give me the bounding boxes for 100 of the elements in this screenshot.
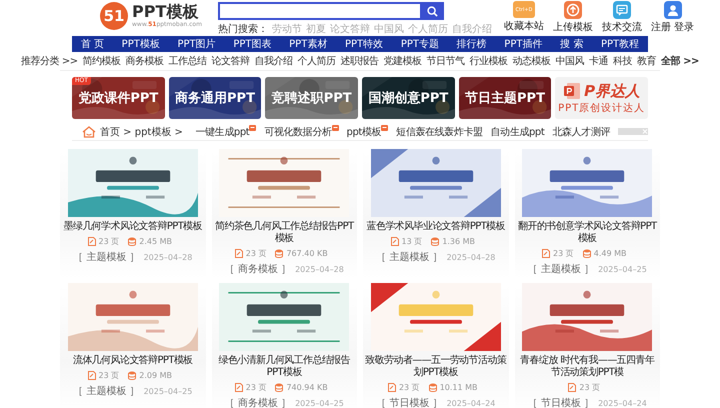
page-count: 23 页	[98, 236, 120, 247]
template-title[interactable]: 翻开的书创意学术风论文答辩PPT模板	[514, 221, 660, 245]
category-link[interactable]: 中国风	[556, 54, 584, 68]
ad-link[interactable]: 北森人才测评	[552, 124, 610, 138]
category-link[interactable]: 动态模板	[512, 54, 551, 68]
category-tag[interactable]: ［ 节日模板 ］	[528, 396, 594, 408]
user-icon[interactable]	[664, 1, 682, 19]
template-card[interactable]: 致敬劳动者——五一劳动节活动策划PPT模板 23 页 10.11 MB ［ 节日模板 ］ 2025–04–24	[363, 283, 508, 408]
category-link[interactable]: 党建模板	[384, 54, 422, 68]
search-field[interactable]	[218, 2, 422, 20]
category-link[interactable]: 商务模板	[126, 54, 164, 68]
category-tag[interactable]: ［ 节日模板 ］	[376, 396, 443, 408]
header-link[interactable]: 收藏本站	[504, 19, 544, 33]
file-size: 2.45 MB	[139, 237, 172, 246]
brand-title: P界达人	[584, 82, 640, 100]
upload-date: 2025–04–24	[446, 398, 496, 408]
category-link[interactable]: 科技	[613, 54, 632, 68]
upload-date: 2025–04–25	[144, 386, 192, 396]
category-banner[interactable]: 国潮创意PPT	[362, 77, 455, 119]
category-banner[interactable]: 竞聘述职PPT	[265, 77, 358, 119]
category-tag[interactable]: ［ 商务模板 ］	[224, 396, 292, 408]
search-icon	[427, 6, 438, 16]
category-link[interactable]: 卡通	[589, 54, 608, 68]
document-icon	[88, 237, 96, 246]
page-count: 23 页	[98, 370, 120, 381]
ad-link[interactable]: 一键生成ppt	[196, 124, 250, 138]
category-banner[interactable]: P界达人 PPT原创设计达人	[555, 77, 648, 119]
chat-bubble-icon	[332, 124, 339, 132]
ad-link[interactable]: 短信轰在线轰炸卡盟	[396, 124, 483, 138]
banner-title: 商务通用PPT	[175, 90, 255, 107]
nav-item[interactable]: PPT模板	[122, 37, 160, 51]
template-title[interactable]: 青春绽放 时代有我——五四青年节活动策划PPT模	[514, 355, 660, 379]
chat-icon[interactable]	[612, 1, 631, 19]
document-icon	[234, 383, 243, 392]
template-title[interactable]: 绿色小清新几何风工作总结报告PPT模板	[212, 355, 357, 379]
chat-bubble-icon	[381, 124, 388, 132]
hot-search-label: 热门搜索：	[218, 22, 268, 36]
site-title[interactable]: PPT模板	[132, 4, 202, 20]
file-size: 10.11 MB	[440, 383, 478, 392]
nav-item[interactable]: PPT插件	[504, 37, 542, 51]
ad-link[interactable]: ppt模板	[346, 124, 382, 138]
document-icon	[388, 383, 396, 392]
nav-item[interactable]: PPT图片	[178, 37, 216, 51]
template-title[interactable]: 蓝色学术风毕业论文答辩PPT模板	[364, 221, 508, 233]
nav-item[interactable]: PPT素材	[289, 37, 328, 51]
nav-item[interactable]: PPT教程	[600, 37, 640, 51]
document-icon	[234, 249, 243, 258]
breadcrumb: 首页 > ppt模板 >	[100, 126, 183, 138]
all-categories-link[interactable]: 全部 >>	[661, 54, 699, 68]
nav-item[interactable]: 排行榜	[456, 37, 487, 51]
nav-item[interactable]: PPT图表	[233, 37, 272, 51]
banner-title: 党政课件PPT	[78, 90, 158, 107]
template-card[interactable]: 青春绽放 时代有我——五四青年节活动策划PPT模 23 页 ［ 节日模板 ］ 2025–04–24	[514, 283, 660, 408]
brand-tagline: PPT原创设计达人	[558, 102, 646, 114]
category-link[interactable]: 个人简历	[298, 54, 336, 68]
category-link[interactable]: 教育	[637, 54, 656, 68]
category-link[interactable]: 行业模板	[470, 54, 508, 68]
template-title[interactable]: 致敬劳动者——五一劳动节活动策划PPT模板	[363, 355, 508, 379]
page-count: 23 页	[246, 248, 266, 259]
template-title[interactable]: 流体几何风论文答辩PPT模板	[70, 355, 195, 367]
upload-icon[interactable]	[564, 1, 582, 19]
header-link[interactable]: 技术交流	[602, 20, 642, 34]
upload-date: 2025–04–25	[295, 398, 344, 408]
category-banner[interactable]: 节日主题PPT	[458, 77, 552, 119]
database-icon	[582, 249, 591, 258]
upload-date: 2025–04–25	[598, 264, 647, 274]
category-tag[interactable]: ［ 商务模板 ］	[224, 262, 292, 276]
category-banner[interactable]: 商务通用PPT	[168, 77, 262, 119]
page-count: 23 页	[398, 382, 420, 393]
file-size: 1.36 MB	[442, 237, 475, 246]
category-tag[interactable]: ［ 主题模板 ］	[528, 262, 594, 276]
nav-item[interactable]: 首 页	[80, 37, 104, 51]
search-button[interactable]	[422, 2, 444, 20]
category-tag[interactable]: ［ 主题模板 ］	[376, 250, 443, 264]
banner-title: 国潮创意PPT	[368, 90, 448, 107]
category-tag[interactable]: ［ 主题模板 ］	[73, 384, 140, 398]
ad-link[interactable]: 自动生成ppt	[490, 124, 544, 138]
category-link[interactable]: 简约模板	[82, 54, 121, 68]
page-count: 23 页	[246, 382, 266, 393]
template-card[interactable]: 绿色小清新几何风工作总结报告PPT模板 23 页 740.94 KB ［ 商务模板 ］ 2025–04–25	[212, 283, 357, 408]
header-link[interactable]: 上传模板	[552, 20, 593, 34]
upload-date: 2025–04–24	[598, 398, 647, 408]
home-icon	[82, 126, 96, 138]
file-size: 740.94 KB	[286, 383, 328, 392]
category-link[interactable]: 工作总结	[168, 54, 207, 68]
nav-item[interactable]: PPT专题	[400, 37, 439, 51]
category-link[interactable]: 节日节气	[426, 54, 465, 68]
category-link[interactable]: 自我介绍	[254, 54, 293, 68]
header-link[interactable]: 注册 登录	[650, 20, 694, 34]
ad-link[interactable]: 可视化数据分析	[264, 124, 332, 138]
nav-item[interactable]: PPT特效	[344, 37, 384, 51]
document-icon	[542, 249, 550, 258]
database-icon	[128, 237, 136, 246]
nav-item[interactable]: 搜 索	[560, 37, 584, 51]
database-icon	[428, 383, 437, 392]
category-link[interactable]: 述职报告	[340, 54, 379, 68]
category-tag[interactable]: ［ 主题模板 ］	[73, 250, 140, 264]
template-title[interactable]: 简约茶色几何风工作总结报告PPT模板	[212, 221, 357, 245]
template-title[interactable]: 墨绿几何学术风论文答辩PPT模板	[61, 221, 204, 233]
category-link[interactable]: 论文答辩	[212, 54, 250, 68]
